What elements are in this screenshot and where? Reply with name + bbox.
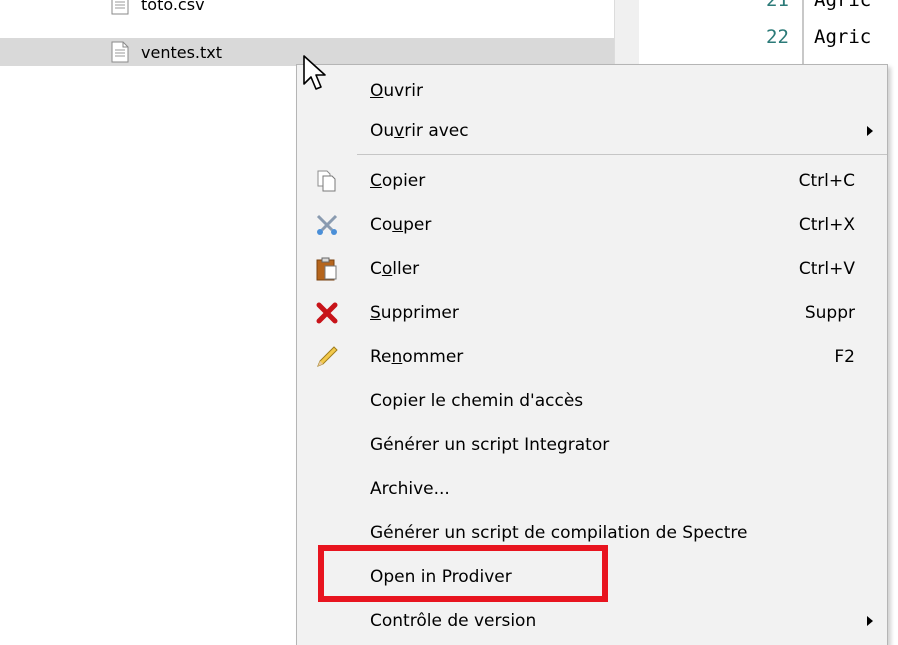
- shortcut-label: Ctrl+X: [798, 215, 855, 235]
- menu-item-label: Copier: [370, 171, 426, 191]
- menu-item-label: Couper: [370, 215, 432, 235]
- menu-separator: [357, 154, 887, 155]
- shortcut-label: F2: [834, 347, 855, 367]
- menu-item-label: Supprimer: [370, 303, 459, 323]
- line-text: Agric: [814, 0, 872, 11]
- menu-item-version-control[interactable]: Contrôle de version: [297, 599, 887, 643]
- copy-icon: [315, 169, 339, 193]
- line-number: 21: [766, 0, 789, 11]
- file-name: toto.csv: [141, 0, 205, 14]
- menu-item-label: Coller: [370, 259, 420, 279]
- text-file-icon: [111, 41, 133, 63]
- highlight-annotation-box: [318, 545, 608, 602]
- menu-item-generate-integrator[interactable]: Générer un script Integrator: [297, 423, 887, 467]
- menu-item-paste[interactable]: Coller Ctrl+V: [297, 247, 887, 291]
- mouse-cursor-icon: [303, 55, 326, 90]
- menu-item-copy-path[interactable]: Copier le chemin d'accès: [297, 379, 887, 423]
- menu-item-label: Renommer: [370, 347, 464, 367]
- submenu-arrow-icon: [867, 126, 873, 136]
- line-number: 22: [766, 26, 789, 48]
- file-row-toto[interactable]: toto.csv: [0, 0, 614, 18]
- menu-item-open-with[interactable]: Ouvrir avec: [297, 109, 887, 153]
- scissors-icon: [315, 213, 339, 237]
- menu-item-archive[interactable]: Archive...: [297, 467, 887, 511]
- shortcut-label: Ctrl+V: [798, 259, 855, 279]
- text-file-icon: [111, 0, 133, 15]
- menu-item-label: Générer un script Integrator: [370, 435, 610, 455]
- menu-item-label: Ouvrir avec: [370, 121, 469, 141]
- submenu-arrow-icon: [867, 616, 873, 626]
- menu-item-delete[interactable]: Supprimer Suppr: [297, 291, 887, 335]
- menu-item-copy[interactable]: Copier Ctrl+C: [297, 159, 887, 203]
- file-name: ventes.txt: [141, 42, 223, 62]
- pencil-icon: [315, 345, 339, 369]
- shortcut-label: Suppr: [804, 303, 855, 323]
- shortcut-label: Ctrl+C: [798, 171, 855, 191]
- menu-item-open[interactable]: Ouvrir: [297, 69, 887, 113]
- menu-item-label: Archive...: [370, 479, 450, 499]
- menu-item-label: Ouvrir: [370, 81, 423, 101]
- menu-item-cut[interactable]: Couper Ctrl+X: [297, 203, 887, 247]
- menu-item-rename[interactable]: Renommer F2: [297, 335, 887, 379]
- menu-item-label: Copier le chemin d'accès: [370, 391, 584, 411]
- menu-item-label: Contrôle de version: [370, 611, 537, 631]
- paste-icon: [315, 257, 339, 281]
- line-text: Agric: [814, 26, 872, 48]
- delete-x-icon: [315, 301, 339, 325]
